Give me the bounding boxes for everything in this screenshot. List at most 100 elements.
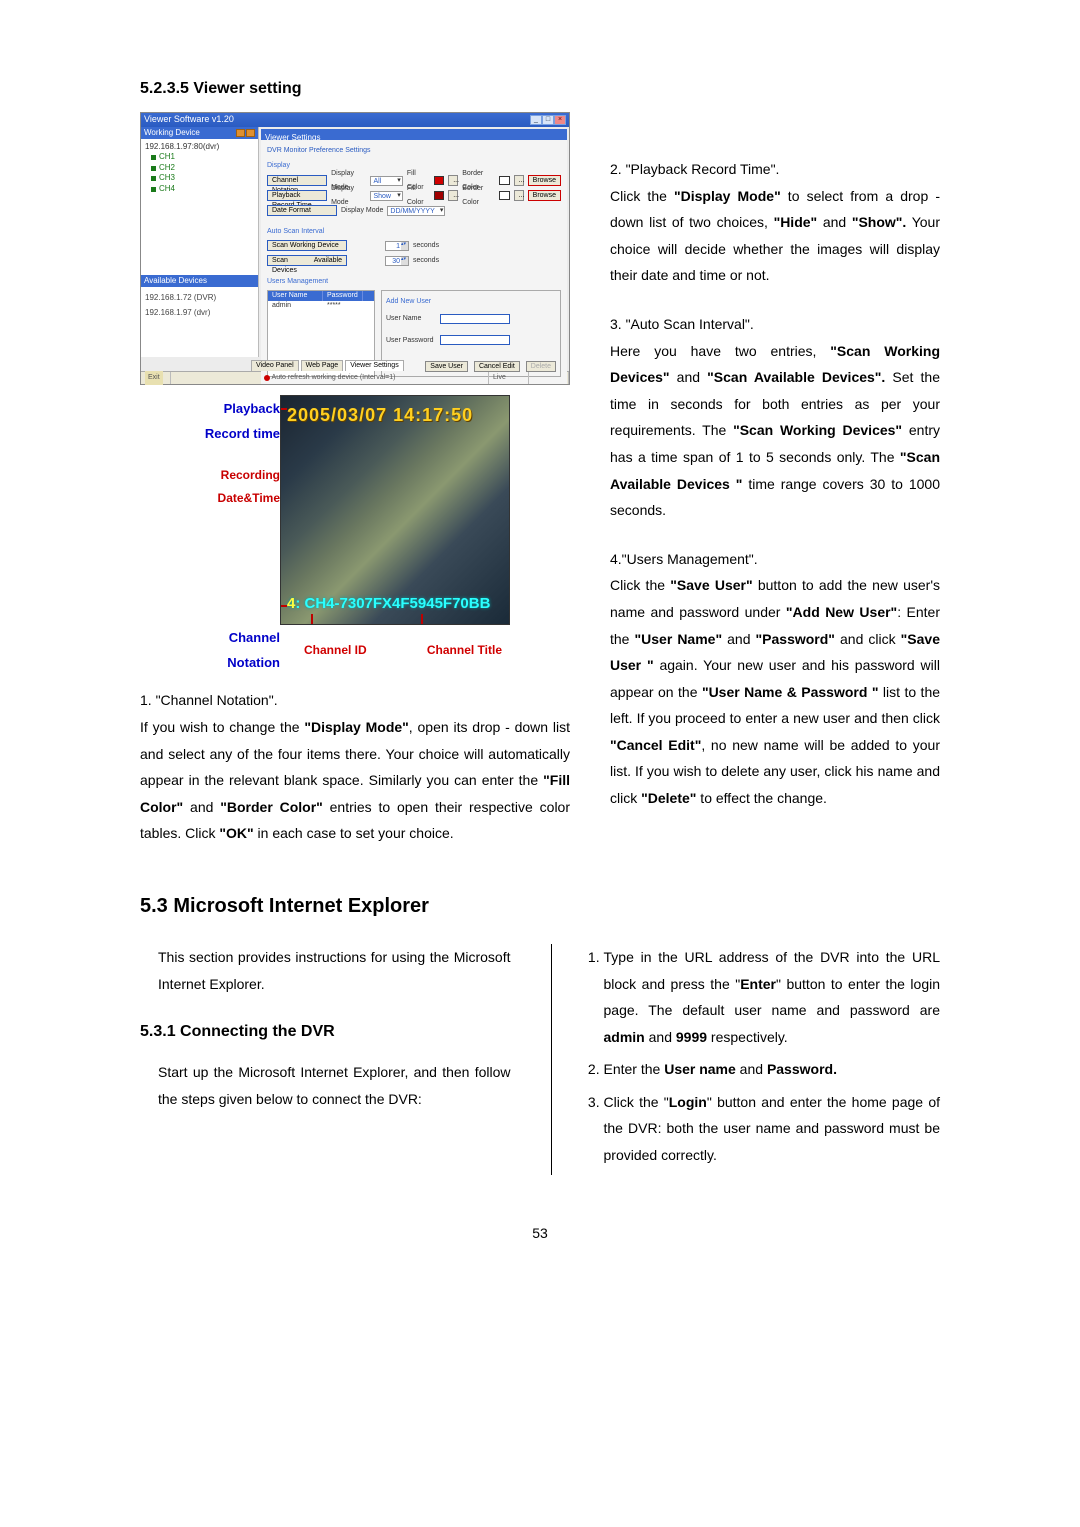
minimize-button[interactable]: _ — [530, 115, 542, 125]
autoscan-fieldset-label: Auto Scan Interval — [267, 225, 561, 238]
save-user-button[interactable]: Save User — [425, 361, 468, 372]
para-channel-notation: 1. "Channel Notation". If you wish to ch… — [140, 687, 570, 847]
playback-display-mode-select[interactable]: Show — [370, 191, 402, 201]
sec53-intro: This section provides instructions for u… — [158, 944, 511, 997]
user-row-name: admin — [268, 301, 323, 311]
status-tail: Live — [489, 372, 529, 384]
para-auto-scan: 3. "Auto Scan Interval". Here you have t… — [610, 311, 940, 524]
close-button[interactable]: × — [554, 115, 566, 125]
callout-playback-2: Record time — [140, 422, 280, 447]
fill-color-swatch[interactable] — [434, 176, 444, 185]
status-bar: Exit Auto refresh working device (Interv… — [141, 371, 569, 384]
callout-recording-2: Date&Time — [140, 487, 280, 510]
maximize-button[interactable]: □ — [542, 115, 554, 125]
playback-record-time-button[interactable]: Playback Record Time — [267, 190, 327, 201]
section-heading: 5.2.3.5 Viewer setting — [140, 80, 940, 98]
status-message: Auto refresh working device (Interval=1) — [272, 371, 396, 384]
date-format-button[interactable]: Date Format — [267, 205, 337, 216]
device-node[interactable]: 192.168.1.97:80(dvr) — [145, 142, 254, 152]
userpassword-input[interactable] — [440, 335, 510, 345]
available-devices-list[interactable]: 192.168.1.72 (DVR) 192.168.1.97 (dvr) — [141, 287, 258, 357]
user-row[interactable]: admin ***** — [268, 301, 374, 311]
arrow-icon — [280, 408, 287, 410]
scan-available-button[interactable]: Scan Available Devices — [267, 255, 347, 266]
available-devices-header: Available Devices — [141, 275, 258, 287]
username-input[interactable] — [440, 314, 510, 324]
playback-fill-browse[interactable]: ... — [448, 190, 458, 201]
scan-working-spinner[interactable]: 1▴▾ — [385, 241, 409, 251]
exit-label[interactable]: Exit — [145, 371, 163, 384]
add-new-user-title: Add New User — [386, 295, 556, 308]
step-2: Enter the User name and Password. — [604, 1056, 941, 1083]
sec531-p1: Start up the Microsoft Internet Explorer… — [158, 1059, 511, 1112]
right-column: 2. "Playback Record Time". Click the "Di… — [610, 112, 940, 847]
channel-node[interactable]: CH3 — [159, 173, 254, 183]
display-mode-label: Display Mode — [341, 204, 383, 217]
browse-button[interactable]: Browse — [528, 175, 561, 186]
seconds-label: seconds — [413, 254, 439, 267]
arrow-icon — [311, 614, 313, 625]
step-1: Type in the URL address of the DVR into … — [604, 944, 941, 1050]
playback-figure: Playback Record time Recording Date&Time… — [140, 395, 570, 675]
para-playback-record-time: 2. "Playback Record Time". Click the "Di… — [610, 156, 940, 289]
settings-panel-title: Viewer Settings — [261, 129, 567, 140]
available-device[interactable]: 192.168.1.72 (DVR) — [145, 290, 254, 305]
scan-working-button[interactable]: Scan Working Device — [267, 240, 347, 251]
tab-viewer-settings[interactable]: Viewer Settings — [345, 360, 404, 371]
video-channel-label: 4: CH4-7307FX4F5945F70BB — [287, 590, 490, 619]
seconds-label: seconds — [413, 239, 439, 252]
working-device-header: Working Device — [141, 127, 258, 139]
channel-notation-button[interactable]: Channel Notation — [267, 175, 327, 186]
device-sidebar: Working Device 192.168.1.97:80(dvr) CH1 … — [141, 127, 259, 357]
window-titlebar: Viewer Software v1.20 _ □ × — [141, 113, 569, 127]
working-device-tree[interactable]: 192.168.1.97:80(dvr) CH1 CH2 CH3 CH4 — [141, 139, 258, 275]
border-color-label: Border Color — [462, 182, 495, 209]
date-format-select[interactable]: DD/MM/YYYY — [387, 206, 445, 216]
channel-node[interactable]: CH1 — [159, 152, 254, 162]
playback-border-swatch[interactable] — [499, 191, 509, 200]
status-led-icon — [264, 375, 270, 381]
callout-channel-2: Notation — [140, 651, 280, 676]
playback-border-browse[interactable]: ... — [514, 190, 524, 201]
playback-fill-swatch[interactable] — [434, 191, 444, 200]
channel-id: 4 — [287, 595, 295, 612]
user-row-pass: ***** — [323, 301, 345, 311]
delete-user-button[interactable]: Delete — [526, 361, 556, 372]
channel-node[interactable]: CH4 — [159, 184, 254, 194]
callout-channel-title: Channel Title — [427, 639, 502, 662]
border-color-browse[interactable]: ... — [514, 175, 524, 186]
password-col-header: Password — [323, 291, 363, 301]
arrow-icon — [421, 614, 423, 625]
users-fieldset-label: Users Management — [267, 275, 561, 288]
browse-button[interactable]: Browse — [528, 190, 561, 201]
tab-web-page[interactable]: Web Page — [301, 360, 344, 371]
sec531-heading: 5.3.1 Connecting the DVR — [140, 1017, 511, 1047]
callout-channel: Channel — [140, 626, 280, 651]
username-label: User Name — [386, 312, 436, 325]
viewer-settings-window: Viewer Software v1.20 _ □ × Working Devi… — [140, 112, 570, 385]
available-device[interactable]: 192.168.1.97 (dvr) — [145, 305, 254, 320]
refresh-icon[interactable] — [236, 129, 245, 137]
page-number: 53 — [140, 1225, 940, 1241]
callout-channel-id: Channel ID — [304, 639, 367, 662]
video-timestamp: 2005/03/07 14:17:50 — [287, 398, 473, 432]
scan-available-spinner[interactable]: 30▴▾ — [385, 256, 409, 266]
sec53-right-column: Type in the URL address of the DVR into … — [551, 944, 941, 1175]
callout-recording: Recording — [140, 464, 280, 487]
tab-video-panel[interactable]: Video Panel — [251, 360, 299, 371]
section-5-3-heading: 5.3 Microsoft Internet Explorer — [140, 895, 940, 918]
tool-icon[interactable] — [246, 129, 255, 137]
para-users-mgmt: 4."Users Management". Click the "Save Us… — [610, 546, 940, 812]
user-col-header: User Name — [268, 291, 323, 301]
border-color-swatch[interactable] — [499, 176, 509, 185]
callout-playback: Playback — [140, 397, 280, 422]
video-frame: 2005/03/07 14:17:50 4: CH4-7307FX4F5945F… — [280, 395, 510, 625]
fill-color-browse[interactable]: ... — [448, 175, 458, 186]
step-3: Click the "Login" button and enter the h… — [604, 1089, 941, 1169]
sec53-left-column: This section provides instructions for u… — [140, 944, 511, 1175]
panel-subtitle: DVR Monitor Preference Settings — [267, 144, 561, 157]
display-mode-select[interactable]: All — [370, 176, 402, 186]
step-list: Type in the URL address of the DVR into … — [588, 944, 941, 1169]
channel-node[interactable]: CH2 — [159, 163, 254, 173]
channel-title: CH4-7307FX4F5945F70BB — [305, 595, 491, 612]
